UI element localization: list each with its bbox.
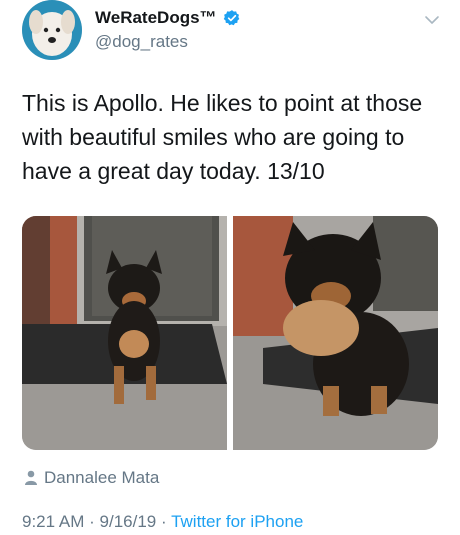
tweet-meta: 9:21 AM · 9/16/19 · Twitter for iPhone bbox=[22, 512, 303, 532]
photo-credit[interactable]: Dannalee Mata bbox=[24, 468, 159, 488]
tweet-text: This is Apollo. He likes to point at tho… bbox=[22, 90, 423, 184]
display-name[interactable]: WeRateDogs™ bbox=[95, 8, 217, 28]
meta-separator: · bbox=[89, 512, 95, 531]
tweet-photo-2[interactable] bbox=[233, 216, 438, 450]
meta-separator-2: · bbox=[160, 512, 167, 531]
tweet-photo-1[interactable] bbox=[22, 216, 227, 450]
tweet-source-link[interactable]: Twitter for iPhone bbox=[171, 512, 303, 531]
name-row: WeRateDogs™ bbox=[95, 8, 241, 28]
avatar[interactable] bbox=[22, 0, 82, 60]
avatar-image bbox=[22, 0, 82, 60]
media-gallery bbox=[22, 216, 438, 450]
person-icon bbox=[25, 470, 37, 485]
puppy-photo-2 bbox=[233, 216, 438, 450]
tweet-date[interactable]: 9/16/19 bbox=[100, 512, 157, 531]
verified-badge-icon bbox=[223, 10, 239, 26]
chevron-down-icon[interactable] bbox=[424, 12, 440, 28]
photo-credit-name: Dannalee Mata bbox=[44, 468, 160, 487]
puppy-photo-1 bbox=[22, 216, 227, 450]
handle[interactable]: @dog_rates bbox=[95, 32, 188, 52]
tweet-time[interactable]: 9:21 AM bbox=[22, 512, 84, 531]
